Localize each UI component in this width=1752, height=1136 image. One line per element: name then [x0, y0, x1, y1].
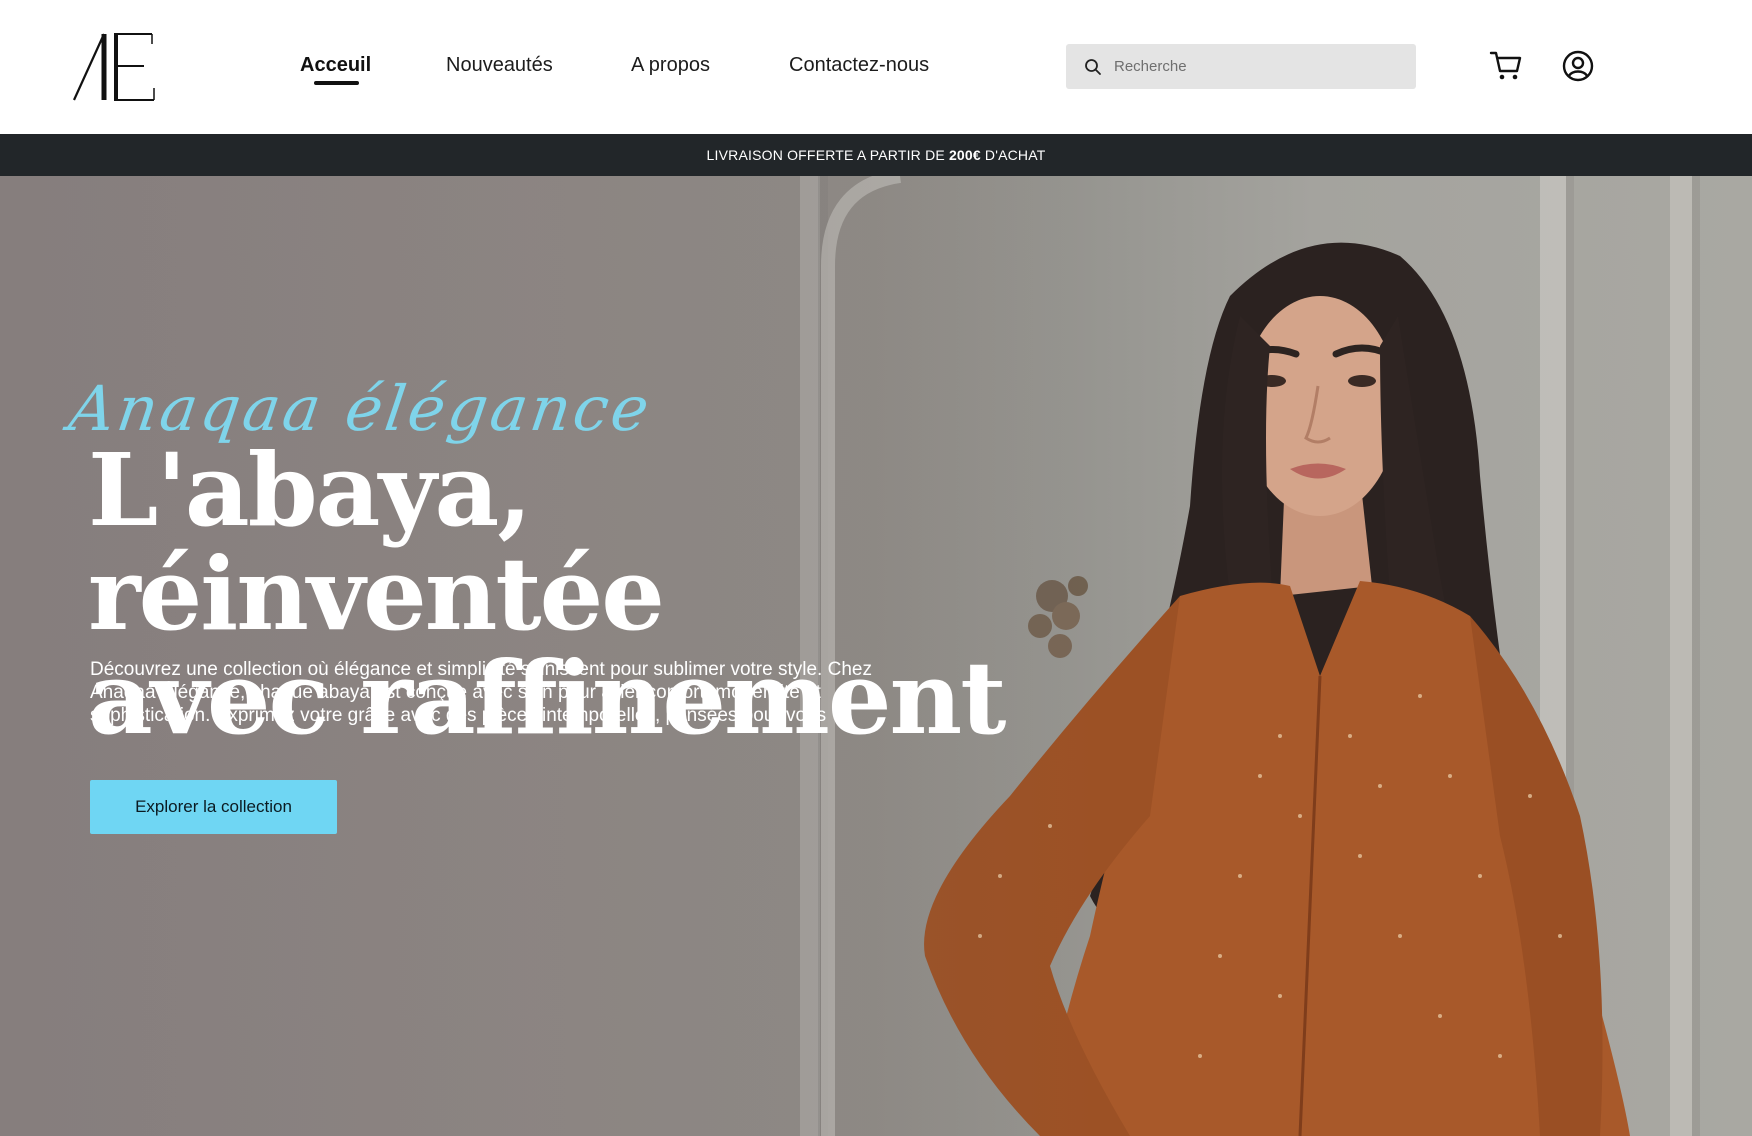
search-icon[interactable] [1084, 58, 1102, 76]
hero-headline-line1: L'abaya, réinventée [88, 431, 665, 653]
nav-item-accueil[interactable]: Acceuil [300, 54, 371, 77]
active-nav-indicator [314, 81, 359, 85]
cart-icon[interactable] [1488, 48, 1524, 84]
promo-prefix: LIVRAISON OFFERTE A PARTIR DE [706, 147, 945, 163]
nav-item-nouveautes[interactable]: Nouveautés [446, 54, 553, 77]
site-header: Acceuil Nouveautés A propos Contactez-no… [0, 0, 1752, 134]
promo-banner: LIVRAISON OFFERTE A PARTIR DE 200€ D'ACH… [0, 134, 1752, 176]
promo-suffix: D'ACHAT [984, 147, 1046, 163]
explore-collection-button[interactable]: Explorer la collection [90, 780, 337, 834]
nav-item-contact[interactable]: Contactez-nous [789, 54, 929, 77]
brand-logo[interactable] [70, 30, 160, 102]
promo-amount: 200€ [948, 147, 981, 163]
nav-item-a-propos[interactable]: A propos [631, 54, 710, 77]
search-bar[interactable] [1066, 44, 1416, 89]
hero-section: Anaqaa élégance L'abaya, réinventée avec… [0, 176, 1752, 1136]
search-input[interactable] [1112, 57, 1392, 76]
user-circle-icon[interactable] [1560, 48, 1596, 84]
hero-description: Découvrez une collection où élégance et … [90, 659, 872, 726]
